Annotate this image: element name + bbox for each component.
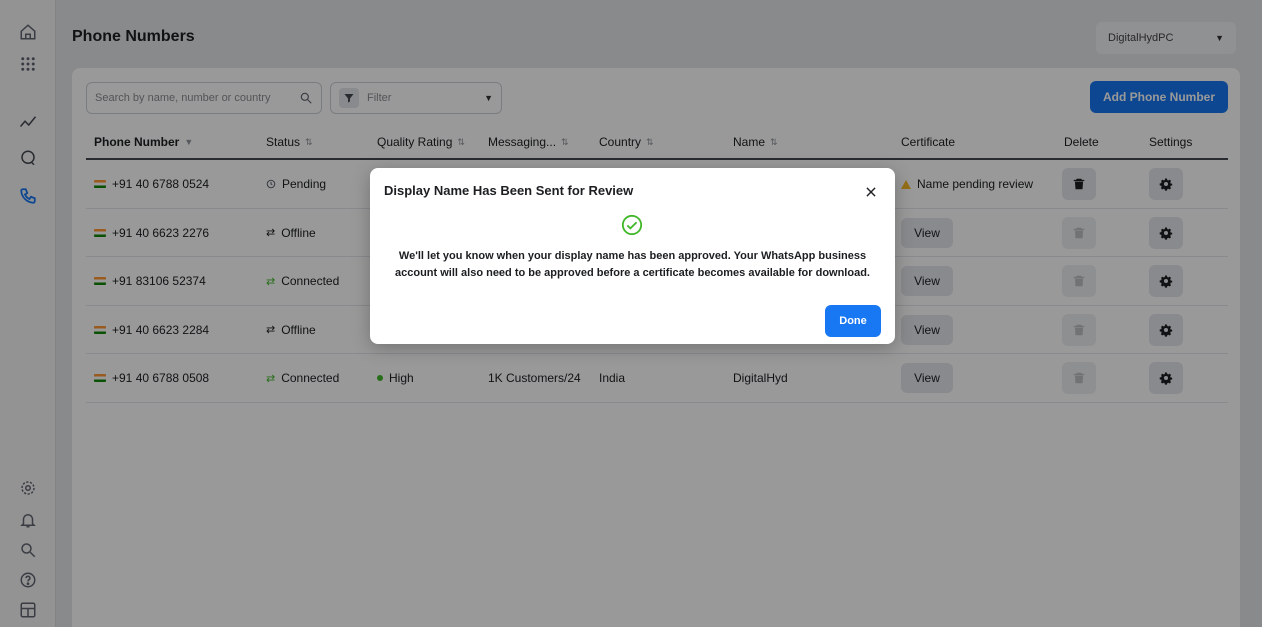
close-button[interactable]	[859, 180, 883, 204]
modal-overlay[interactable]: Display Name Has Been Sent for Review We…	[0, 0, 1262, 627]
check-circle-icon	[621, 214, 643, 236]
close-icon	[866, 187, 876, 197]
done-button[interactable]: Done	[825, 305, 881, 337]
dialog-message: We'll let you know when your display nam…	[395, 250, 870, 279]
review-dialog: Display Name Has Been Sent for Review We…	[370, 168, 895, 344]
dialog-title: Display Name Has Been Sent for Review	[384, 183, 634, 198]
